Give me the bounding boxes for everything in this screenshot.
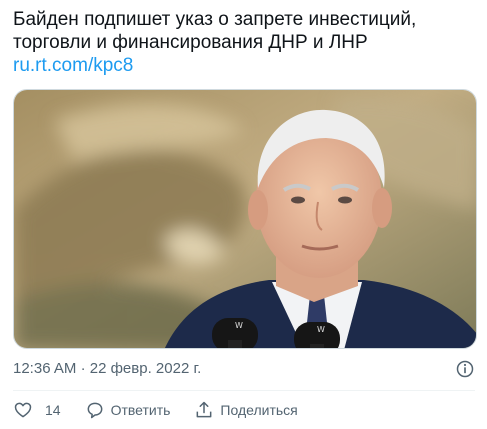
like-button[interactable]: 14	[13, 400, 61, 420]
tweet-date: 22 февр. 2022 г.	[89, 360, 202, 377]
tweet-text-line-1: Байден подпишет указ о запрете инвестици…	[13, 9, 417, 30]
tweet-time: 12:36 AM	[13, 360, 77, 377]
tweet-link[interactable]: ru.rt.com/kpc8	[13, 54, 475, 77]
share-button[interactable]: Поделиться	[194, 400, 298, 420]
share-label: Поделиться	[220, 402, 298, 418]
speech-bubble-icon	[87, 402, 102, 419]
reply-button[interactable]: Ответить	[85, 400, 171, 420]
reply-label: Ответить	[110, 402, 171, 418]
tweet-timestamp[interactable]: 12:36 AM · 22 февр. 2022 г.	[13, 360, 475, 380]
svg-text:W: W	[317, 325, 325, 334]
heart-icon	[14, 402, 32, 418]
info-icon[interactable]	[455, 359, 475, 379]
timestamp-separator: ·	[80, 360, 86, 377]
tweet-media-photo[interactable]: W W	[13, 89, 477, 349]
tweet-actions: 14 Ответить Поделиться	[13, 399, 322, 421]
tweet-text: Байден подпишет указ о запрете инвестици…	[13, 8, 475, 77]
upload-icon	[197, 401, 212, 418]
tweet-text-line-2: торговли и финансирования ДНР и ЛНР	[13, 32, 368, 53]
like-count: 14	[45, 402, 61, 418]
photo-illustration: W W	[14, 90, 476, 348]
svg-text:W: W	[235, 321, 243, 330]
divider	[13, 390, 475, 391]
